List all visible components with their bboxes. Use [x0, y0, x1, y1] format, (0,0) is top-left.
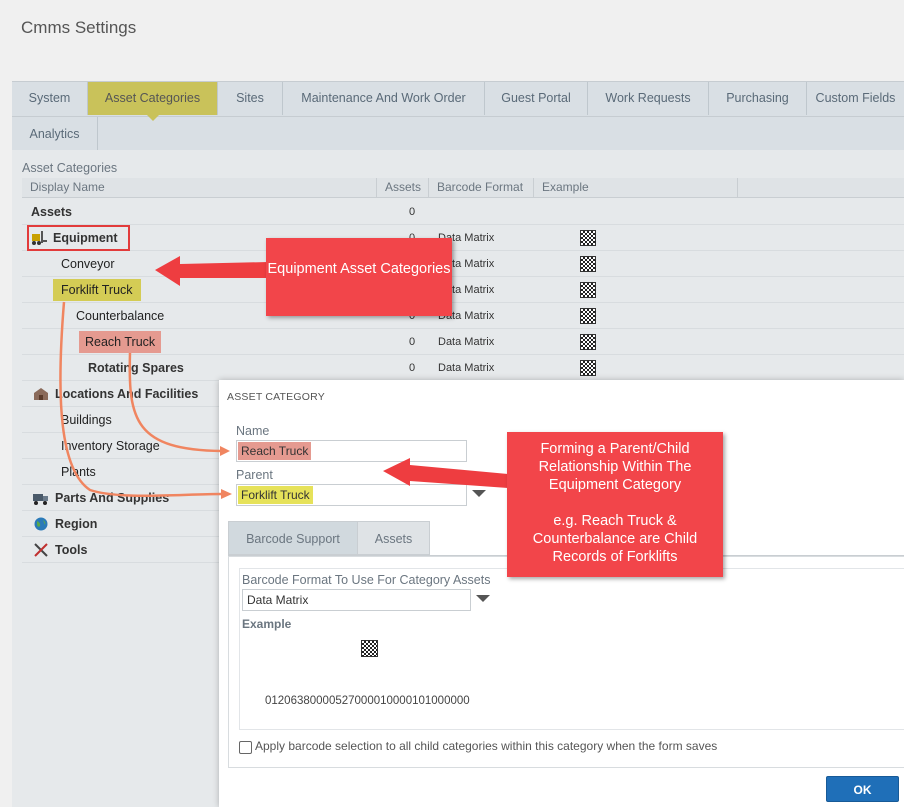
row-name: Conveyor [61, 257, 115, 271]
row-name-wrap: Locations And Facilities [33, 381, 198, 407]
row-name-wrap: Reach Truck [79, 329, 162, 355]
forklift-icon [32, 231, 47, 245]
barcode-example-icon [580, 308, 596, 324]
table-row[interactable]: Reach Truck 0 Data Matrix [22, 329, 904, 355]
grid-caption: Asset Categories [22, 161, 118, 175]
tab-bar-row-2 [12, 116, 904, 152]
settings-tab-bar: System Asset Categories Sites Maintenanc… [12, 81, 904, 151]
equipment-highlight-box: Equipment [27, 225, 130, 251]
table-row[interactable]: Forklift Truck 0 Data Matrix [22, 277, 904, 303]
barcode-support-panel: Barcode Format To Use For Category Asset… [228, 556, 904, 768]
barcode-example-icon [580, 334, 596, 350]
name-label: Name [236, 424, 270, 438]
row-name: Locations And Facilities [55, 387, 199, 401]
equipment-callout: Equipment Asset Categories [266, 238, 452, 316]
table-row[interactable]: Assets 0 [22, 199, 904, 225]
row-name: Rotating Spares [88, 361, 184, 375]
barcode-format-label: Barcode Format To Use For Category Asset… [242, 573, 491, 587]
row-name-wrap: Tools [33, 537, 87, 563]
row-name: Parts And Supplies [55, 491, 170, 505]
tab-sites[interactable]: Sites [218, 82, 283, 115]
parent-dropdown-arrow-icon[interactable] [472, 490, 486, 497]
row-count: 0 [408, 206, 416, 218]
tools-icon [34, 543, 48, 557]
table-row[interactable]: Counterbalance 0 Data Matrix [22, 303, 904, 329]
tab-asset-categories[interactable]: Asset Categories [88, 82, 218, 121]
barcode-number: 01206380000527000010000101000000 [265, 695, 470, 707]
tab-maintenance-and-work-order[interactable]: Maintenance And Work Order [283, 82, 485, 115]
tab-work-requests[interactable]: Work Requests [588, 82, 709, 115]
parent-label: Parent [236, 468, 273, 482]
building-icon [34, 388, 48, 400]
dialog-title: ASSET CATEGORY [227, 391, 325, 403]
parent-value: Forklift Truck [238, 486, 313, 504]
grid-header: Display Name Assets Barcode Format Examp… [22, 178, 904, 198]
tab-custom-fields[interactable]: Custom Fields [807, 82, 904, 115]
truck-icon [33, 494, 48, 505]
column-barcode-format[interactable]: Barcode Format [429, 178, 534, 197]
ok-button[interactable]: OK [826, 776, 899, 802]
relationship-callout-line1: Forming a Parent/Child Relationship With… [538, 441, 692, 493]
barcode-example-icon [580, 282, 596, 298]
row-count: 0 [408, 362, 416, 374]
name-value: Reach Truck [238, 442, 312, 460]
barcode-example-icon [580, 256, 596, 272]
row-name: Plants [61, 465, 96, 479]
row-format: Data Matrix [438, 336, 495, 348]
globe-icon [34, 517, 48, 531]
row-name-wrap: Region [33, 511, 97, 537]
relationship-callout-line2: e.g. Reach Truck & Counterbalance are Ch… [532, 513, 698, 565]
tab-analytics[interactable]: Analytics [12, 117, 98, 151]
barcode-group: Barcode Format To Use For Category Asset… [239, 568, 904, 730]
apply-barcode-checkbox[interactable] [239, 741, 252, 754]
row-name: Counterbalance [76, 309, 165, 323]
row-name-wrap: Parts And Supplies [33, 485, 169, 511]
barcode-example-icon [580, 230, 596, 246]
barcode-format-value: Data Matrix [247, 593, 309, 607]
row-count: 0 [408, 336, 416, 348]
table-row[interactable]: Conveyor 0 Data Matrix [22, 251, 904, 277]
relationship-callout: Forming a Parent/Child Relationship With… [507, 432, 723, 577]
parent-select[interactable]: Forklift Truck [236, 484, 467, 506]
tab-purchasing[interactable]: Purchasing [709, 82, 807, 115]
table-row[interactable]: Equipment 0 Data Matrix [22, 225, 904, 251]
column-assets[interactable]: Assets [377, 178, 429, 197]
barcode-example-icon [580, 360, 596, 376]
column-display-name[interactable]: Display Name [22, 178, 377, 197]
example-label: Example [242, 617, 292, 631]
column-example[interactable]: Example [534, 178, 738, 197]
page-title: Cmms Settings [21, 18, 137, 37]
row-format: Data Matrix [438, 362, 495, 374]
barcode-format-dropdown-arrow-icon[interactable] [476, 595, 490, 602]
tab-barcode-support[interactable]: Barcode Support [228, 521, 358, 555]
row-name-wrap: Forklift Truck [53, 277, 141, 303]
barcode-preview-icon [361, 640, 378, 657]
name-input[interactable]: Reach Truck [236, 440, 467, 462]
tab-assets[interactable]: Assets [357, 521, 430, 555]
barcode-format-select[interactable]: Data Matrix [242, 589, 471, 611]
tab-guest-portal[interactable]: Guest Portal [485, 82, 588, 115]
row-name: Buildings [61, 413, 112, 427]
row-name: Equipment [53, 231, 118, 245]
row-name: Region [55, 517, 98, 531]
table-row[interactable]: Rotating Spares 0 Data Matrix [22, 355, 904, 381]
apply-barcode-label: Apply barcode selection to all child cat… [255, 739, 718, 753]
row-name: Reach Truck [79, 331, 162, 353]
row-name: Assets [31, 205, 72, 219]
row-name: Tools [55, 543, 88, 557]
row-name-wrap: Equipment [27, 225, 130, 251]
row-name: Forklift Truck [53, 279, 141, 301]
tab-system[interactable]: System [12, 82, 88, 115]
row-name: Inventory Storage [61, 439, 160, 453]
